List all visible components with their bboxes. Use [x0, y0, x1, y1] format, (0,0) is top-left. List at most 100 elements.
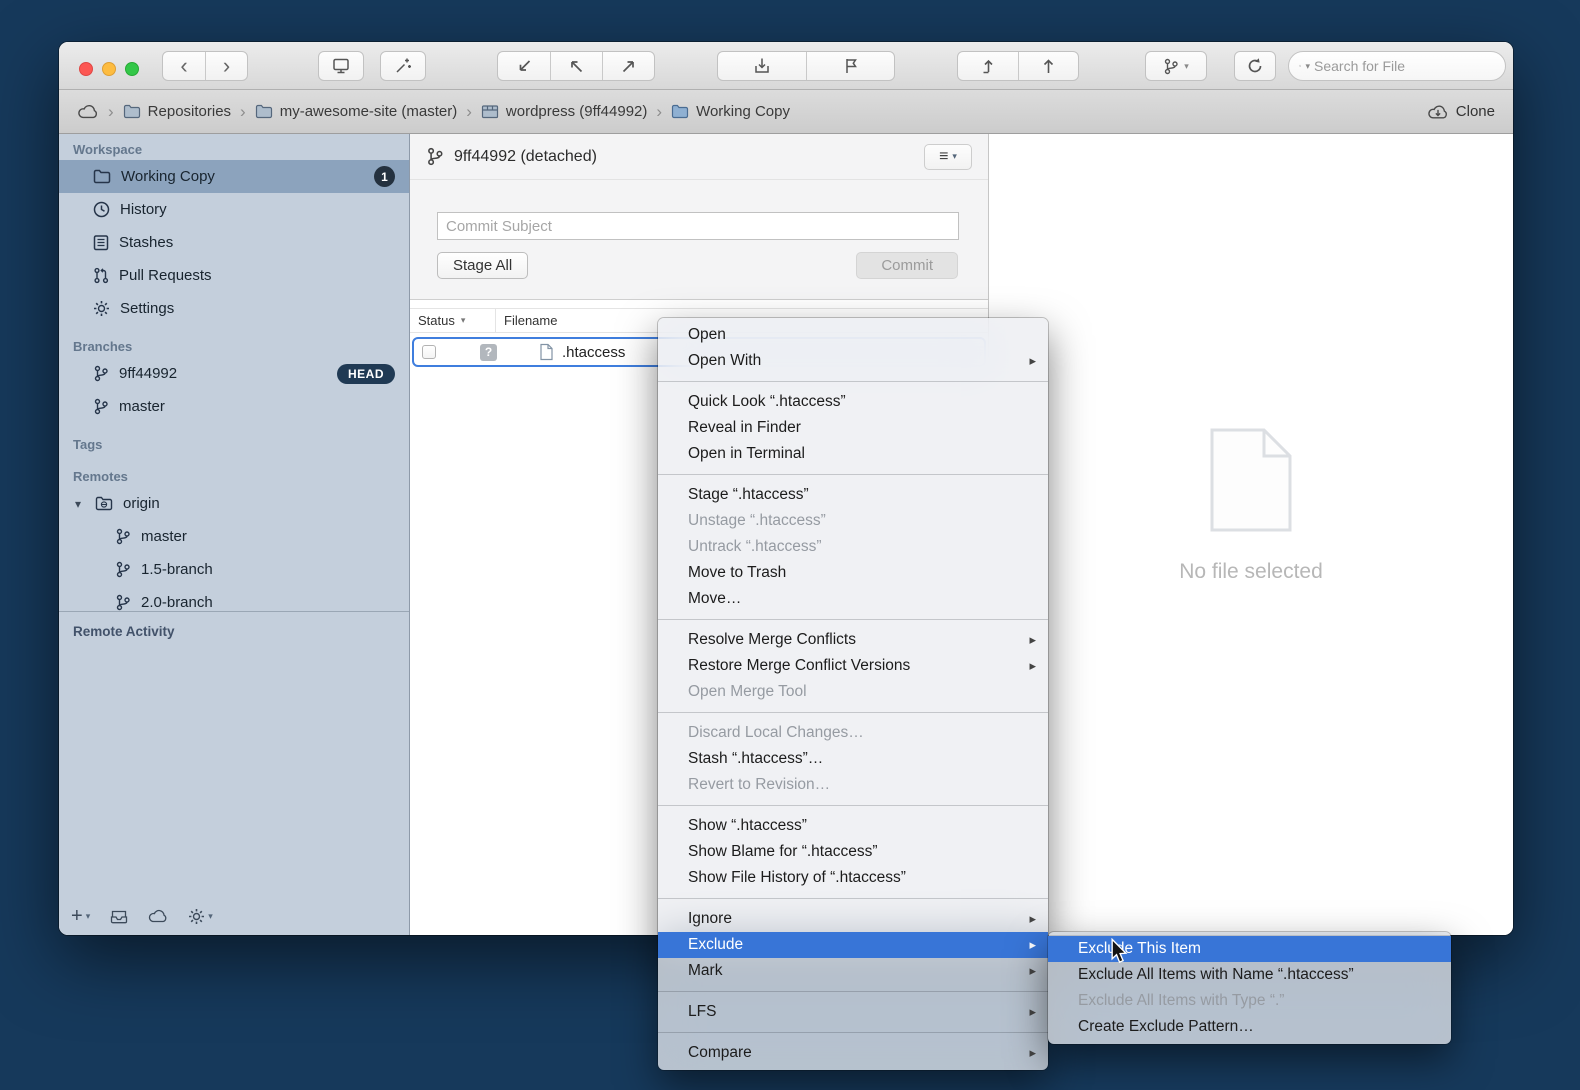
submenu-item-exclude-all-with-name[interactable]: Exclude All Items with Name “.htaccess”: [1048, 962, 1451, 988]
remote-accounts-button[interactable]: [148, 909, 168, 923]
menu-item-compare[interactable]: Compare▸: [658, 1040, 1048, 1066]
fetch-button[interactable]: [958, 52, 1018, 80]
breadcrumb-repositories[interactable]: Repositories: [123, 103, 231, 120]
clone-button[interactable]: Clone: [1427, 103, 1495, 120]
search-field[interactable]: ▾: [1288, 51, 1506, 81]
remote-activity-header: Remote Activity: [59, 612, 409, 651]
history-nav-group: ‹ ›: [162, 51, 248, 81]
submenu-arrow-icon: ▸: [1029, 353, 1036, 369]
filename-column-header[interactable]: Filename: [496, 313, 557, 328]
pull-button[interactable]: [718, 52, 806, 80]
breadcrumb-label: my-awesome-site (master): [280, 103, 458, 120]
cloud-icon[interactable]: [77, 104, 99, 119]
clipboard-icon: [93, 234, 109, 251]
remote-label: origin: [123, 495, 160, 512]
remote-branch-label: master: [141, 528, 187, 545]
forward-button[interactable]: ›: [205, 52, 247, 80]
menu-item-stash[interactable]: Stash “.htaccess”…: [658, 746, 1048, 772]
menu-item-restore-merge-conflict-versions[interactable]: Restore Merge Conflict Versions▸: [658, 653, 1048, 679]
back-icon: ‹: [180, 55, 187, 77]
sidebar-scroll-area[interactable]: Workspace Working Copy 1 History Stashes: [59, 134, 409, 612]
arrow-up-left-icon: [568, 58, 585, 75]
add-button[interactable]: + ▾: [71, 906, 90, 926]
branch-menu-button[interactable]: ▾: [1145, 51, 1207, 81]
commit-subject-input[interactable]: [437, 212, 959, 240]
view-options-button[interactable]: ≡ ▾: [924, 144, 972, 170]
menu-item-reveal-in-finder[interactable]: Reveal in Finder: [658, 415, 1048, 441]
menu-item-move[interactable]: Move…: [658, 586, 1048, 612]
sidebar-remote-branch-master[interactable]: master: [59, 520, 409, 553]
cleanup-button-toolbar[interactable]: [380, 51, 426, 81]
pull-icon: [753, 57, 771, 75]
chevron-down-icon: ▾: [952, 151, 957, 162]
plus-icon: +: [71, 906, 83, 926]
breadcrumb-label: Working Copy: [696, 103, 790, 120]
breadcrumb-submodule[interactable]: wordpress (9ff44992): [481, 103, 647, 120]
menu-item-resolve-merge-conflicts[interactable]: Resolve Merge Conflicts▸: [658, 627, 1048, 653]
crumb-separator: ›: [655, 102, 663, 122]
back-button[interactable]: ‹: [163, 52, 205, 80]
clone-label: Clone: [1456, 103, 1495, 120]
git-branch-icon: [93, 398, 109, 415]
submenu-arrow-icon: ▸: [1029, 632, 1036, 648]
commit-button[interactable]: Commit: [856, 252, 958, 279]
file-name: .htaccess: [562, 344, 625, 361]
branch-title: 9ff44992 (detached): [454, 148, 597, 166]
chevron-down-icon: ▾: [1184, 61, 1189, 72]
sidebar-branch-9ff44992[interactable]: 9ff44992 HEAD: [59, 357, 409, 390]
submenu-item-exclude-all-with-type: Exclude All Items with Type “.”: [1048, 988, 1451, 1014]
breadcrumb-repo[interactable]: my-awesome-site (master): [255, 103, 458, 120]
clock-icon: [93, 201, 110, 218]
breadcrumb-working-copy[interactable]: Working Copy: [671, 103, 790, 120]
sidebar: Workspace Working Copy 1 History Stashes: [59, 134, 410, 935]
menu-separator: [658, 619, 1048, 620]
menu-item-ignore[interactable]: Ignore▸: [658, 906, 1048, 932]
sidebar-item-history[interactable]: History: [59, 193, 409, 226]
inbox-button[interactable]: [110, 909, 128, 924]
disclosure-triangle-icon[interactable]: ▾: [71, 497, 85, 511]
minimize-button[interactable]: [102, 62, 116, 76]
menu-item-open-with[interactable]: Open With▸: [658, 348, 1048, 374]
crate-icon: [481, 104, 499, 119]
menu-item-show[interactable]: Show “.htaccess”: [658, 813, 1048, 839]
menu-item-mark[interactable]: Mark▸: [658, 958, 1048, 984]
refresh-button[interactable]: [1234, 51, 1276, 81]
menu-item-stage[interactable]: Stage “.htaccess”: [658, 482, 1048, 508]
sidebar-remote-origin[interactable]: ▾ origin: [59, 487, 409, 520]
upload-button[interactable]: [1018, 52, 1078, 80]
close-button[interactable]: [79, 62, 93, 76]
search-input[interactable]: [1314, 58, 1495, 74]
menu-item-show-file-history[interactable]: Show File History of “.htaccess”: [658, 865, 1048, 891]
sidebar-item-stashes[interactable]: Stashes: [59, 226, 409, 259]
push-button[interactable]: [806, 52, 894, 80]
merge-button[interactable]: [602, 52, 654, 80]
sidebar-item-settings[interactable]: Settings: [59, 292, 409, 325]
sidebar-item-working-copy[interactable]: Working Copy 1: [59, 160, 409, 193]
folder-icon: [255, 104, 273, 119]
sidebar-item-pull-requests[interactable]: Pull Requests: [59, 259, 409, 292]
stage-all-button[interactable]: Stage All: [437, 252, 528, 279]
menu-item-move-to-trash[interactable]: Move to Trash: [658, 560, 1048, 586]
menu-item-show-blame[interactable]: Show Blame for “.htaccess”: [658, 839, 1048, 865]
sidebar-remote-branch-2-0[interactable]: 2.0-branch: [59, 586, 409, 612]
sidebar-remote-branch-1-5[interactable]: 1.5-branch: [59, 553, 409, 586]
menu-item-open[interactable]: Open: [658, 322, 1048, 348]
zoom-button[interactable]: [125, 62, 139, 76]
menu-item-lfs[interactable]: LFS▸: [658, 999, 1048, 1025]
branch-header-row: 9ff44992 (detached) ≡ ▾: [410, 134, 988, 180]
commit-button-toolbar[interactable]: [318, 51, 364, 81]
reset-button[interactable]: [550, 52, 602, 80]
menu-item-open-in-terminal[interactable]: Open in Terminal: [658, 441, 1048, 467]
menu-item-quick-look[interactable]: Quick Look “.htaccess”: [658, 389, 1048, 415]
arrow-up-icon: [1040, 57, 1057, 75]
menu-item-exclude[interactable]: Exclude▸: [658, 932, 1048, 958]
stage-checkbox[interactable]: [422, 345, 436, 359]
status-column-header[interactable]: Status ▾: [410, 309, 496, 332]
checkout-button[interactable]: [498, 52, 550, 80]
pull-request-icon: [93, 267, 109, 284]
sidebar-item-label: Stashes: [119, 234, 173, 251]
settings-menu-button[interactable]: ▾: [188, 908, 213, 925]
submenu-item-create-exclude-pattern[interactable]: Create Exclude Pattern…: [1048, 1014, 1451, 1040]
sidebar-branch-master[interactable]: master: [59, 390, 409, 423]
submenu-arrow-icon: ▸: [1029, 963, 1036, 979]
